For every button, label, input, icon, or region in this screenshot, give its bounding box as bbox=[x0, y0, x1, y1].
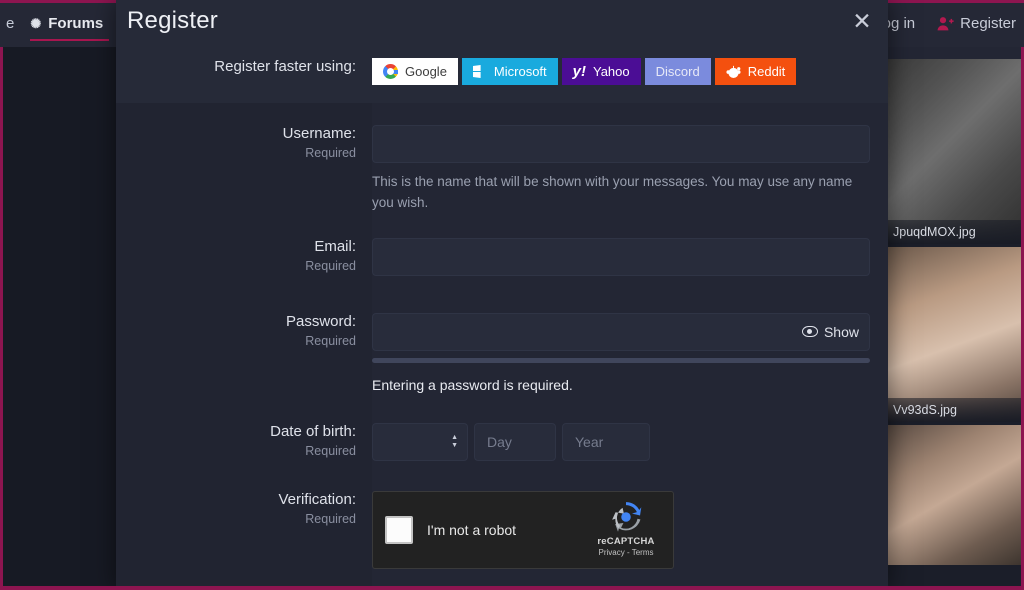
social-buttons: Google Microsoft y! Yahoo Discord Reddit bbox=[372, 58, 870, 85]
yahoo-icon: y! bbox=[572, 63, 586, 80]
password-field-cell: Show Entering a password is required. bbox=[372, 312, 888, 393]
reddit-register-button[interactable]: Reddit bbox=[714, 58, 797, 85]
dob-day-input[interactable] bbox=[474, 422, 556, 461]
dob-inputs: ▲ ▼ bbox=[372, 422, 870, 461]
media-rail-spacer bbox=[885, 47, 1021, 59]
email-required: Required bbox=[305, 258, 356, 273]
google-label: Google bbox=[405, 64, 447, 79]
media-filename: JpuqdMOX.jpg bbox=[885, 220, 1021, 244]
modal-header: Register ✕ bbox=[116, 0, 888, 42]
reddit-icon bbox=[726, 64, 741, 79]
password-error-message: Entering a password is required. bbox=[372, 376, 573, 393]
nav-active-underline bbox=[30, 39, 110, 41]
media-item[interactable] bbox=[885, 425, 1021, 565]
row-social-register: Register faster using: Google Microsoft bbox=[116, 42, 888, 103]
yahoo-register-button[interactable]: y! Yahoo bbox=[561, 58, 641, 85]
dob-required: Required bbox=[305, 443, 356, 458]
dob-field-cell: ▲ ▼ bbox=[372, 422, 888, 461]
google-register-button[interactable]: Google bbox=[372, 58, 458, 85]
username-input[interactable] bbox=[372, 125, 870, 163]
close-icon[interactable]: ✕ bbox=[836, 0, 888, 42]
recaptcha-checkbox[interactable] bbox=[385, 515, 413, 544]
social-label: Register faster using: bbox=[214, 58, 356, 75]
microsoft-register-button[interactable]: Microsoft bbox=[461, 58, 558, 85]
verification-required: Required bbox=[305, 511, 356, 526]
nav-register-label: Register bbox=[960, 15, 1016, 32]
form-rows: Register faster using: Google Microsoft bbox=[116, 42, 888, 569]
row-password: Password: Required Show Entering a passw… bbox=[116, 276, 888, 393]
social-label-cell: Register faster using: bbox=[116, 58, 372, 77]
media-sidebar: JpuqdMOX.jpg Vv93dS.jpg bbox=[885, 47, 1024, 590]
microsoft-label: Microsoft bbox=[493, 64, 547, 79]
password-input-wrapper: Show bbox=[372, 312, 870, 351]
user-add-icon bbox=[937, 16, 954, 31]
dob-label-cell: Date of birth: Required bbox=[116, 423, 372, 458]
updown-arrows-icon: ▲ ▼ bbox=[451, 433, 458, 449]
password-strength-bar bbox=[372, 357, 870, 363]
password-required: Required bbox=[305, 333, 356, 348]
reddit-label: Reddit bbox=[747, 64, 786, 79]
media-filename: Vv93dS.jpg bbox=[885, 398, 1021, 422]
password-label: Password: bbox=[285, 312, 356, 330]
verification-label-cell: Verification: Required bbox=[116, 491, 372, 526]
row-username: Username: Required This is the name that… bbox=[116, 103, 888, 214]
username-field-cell: This is the name that will be shown with… bbox=[372, 125, 888, 214]
media-thumbnail bbox=[885, 247, 1021, 422]
email-label-cell: Email: Required bbox=[116, 238, 372, 273]
password-input[interactable] bbox=[372, 312, 870, 351]
media-item[interactable]: Vv93dS.jpg bbox=[885, 247, 1021, 422]
recaptcha-brand-name: reCAPTCHA bbox=[597, 535, 655, 547]
username-label-cell: Username: Required bbox=[116, 125, 372, 160]
nav-item-forums[interactable]: ✺ Forums bbox=[20, 0, 113, 47]
dob-month-select[interactable]: ▲ ▼ bbox=[372, 422, 468, 461]
verification-field-cell: I'm not a robot reCAPTCHA Privacy - Term… bbox=[372, 490, 888, 569]
recaptcha-label: I'm not a robot bbox=[427, 521, 517, 538]
row-verification: Verification: Required I'm not a robot r… bbox=[116, 461, 888, 569]
navbar-left-items: e ✺ Forums bbox=[0, 0, 113, 47]
eye-icon bbox=[801, 326, 818, 338]
microsoft-icon bbox=[472, 65, 481, 78]
modal-body: Register faster using: Google Microsoft bbox=[116, 42, 888, 590]
page-bottom-accent bbox=[0, 586, 1024, 590]
navbar-right-items: og in Register bbox=[883, 0, 1024, 47]
password-show-toggle[interactable]: Show bbox=[801, 313, 859, 351]
username-label: Username: bbox=[282, 125, 356, 142]
username-required: Required bbox=[305, 145, 356, 160]
verification-label: Verification: bbox=[278, 490, 356, 508]
row-date-of-birth: Date of birth: Required ▲ ▼ bbox=[116, 393, 888, 461]
discord-label: Discord bbox=[655, 64, 700, 79]
google-icon bbox=[383, 64, 398, 79]
email-field-cell bbox=[372, 237, 888, 276]
discord-register-button[interactable]: Discord bbox=[644, 58, 711, 85]
email-input[interactable] bbox=[372, 237, 870, 276]
media-thumbnail bbox=[885, 425, 1021, 565]
recaptcha-icon bbox=[609, 500, 643, 534]
screen: e ✺ Forums og in Register JpuqdMOX.jpg V… bbox=[0, 0, 1024, 590]
recaptcha-terms[interactable]: Privacy - Terms bbox=[599, 548, 654, 557]
media-item[interactable]: JpuqdMOX.jpg bbox=[885, 59, 1021, 244]
recaptcha-branding: reCAPTCHA Privacy - Terms bbox=[589, 500, 663, 557]
nav-item-forums-label: Forums bbox=[48, 15, 104, 32]
nav-item-partial[interactable]: e bbox=[0, 15, 20, 32]
media-thumbnail bbox=[885, 59, 1021, 244]
email-label: Email: bbox=[314, 237, 356, 255]
nav-register-link[interactable]: Register bbox=[937, 15, 1016, 32]
social-buttons-cell: Google Microsoft y! Yahoo Discord Reddit bbox=[372, 58, 888, 85]
password-show-label: Show bbox=[823, 323, 859, 340]
register-modal: Register ✕ Register faster using: Google bbox=[116, 0, 888, 590]
background-left-column bbox=[0, 0, 116, 590]
dob-year-input[interactable] bbox=[562, 422, 650, 461]
password-label-cell: Password: Required bbox=[116, 313, 372, 348]
username-hint: This is the name that will be shown with… bbox=[372, 174, 853, 210]
recaptcha-widget[interactable]: I'm not a robot reCAPTCHA Privacy - Term… bbox=[372, 490, 674, 569]
row-email: Email: Required bbox=[116, 214, 888, 276]
modal-title: Register bbox=[127, 7, 218, 34]
dob-label: Date of birth: bbox=[270, 422, 356, 440]
sun-icon: ✺ bbox=[30, 15, 42, 31]
yahoo-label: Yahoo bbox=[593, 64, 630, 79]
